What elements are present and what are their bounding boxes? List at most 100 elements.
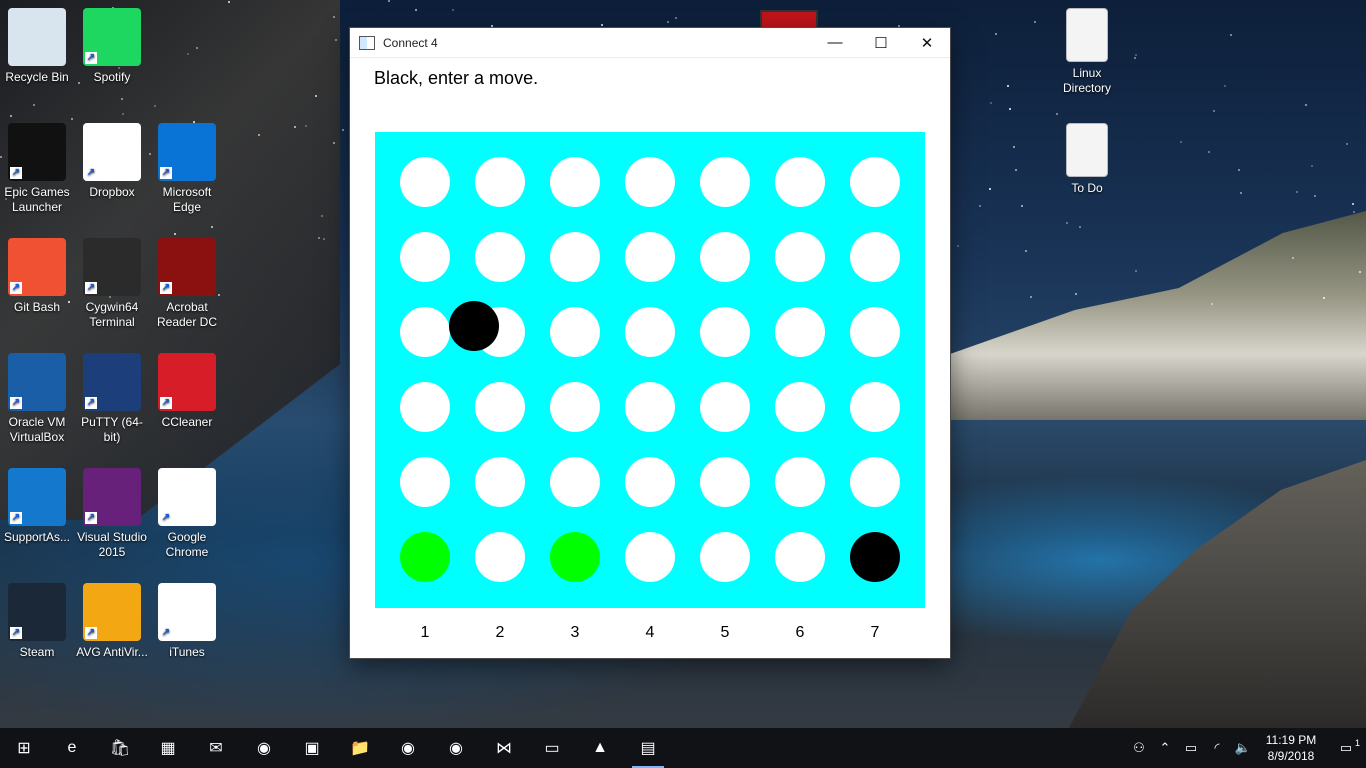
desktop-icon-to-do[interactable]: To Do — [1050, 123, 1124, 196]
maximize-button[interactable]: ☐ — [858, 28, 904, 57]
desktop-icon-git-bash[interactable]: ↗ Git Bash — [0, 238, 74, 315]
falling-piece-black — [449, 301, 499, 351]
board-cell-empty[interactable] — [550, 157, 600, 207]
window-titlebar[interactable]: Connect 4 — ☐ ✕ — [350, 28, 950, 58]
board-cell-empty[interactable] — [475, 457, 525, 507]
taskbar-start-icon[interactable]: ⊞ — [0, 728, 48, 768]
desktop-icon-visual-studio-2015[interactable]: ↗ Visual Studio 2015 — [75, 468, 149, 560]
desktop-icon-recycle-bin[interactable]: Recycle Bin — [0, 8, 74, 85]
desktop-icon-cygwin64-terminal[interactable]: ↗ Cygwin64 Terminal — [75, 238, 149, 330]
people-icon[interactable]: ⚇ — [1126, 740, 1152, 756]
board-cell-empty[interactable] — [475, 532, 525, 582]
taskbar-mail-icon[interactable]: ✉ — [192, 728, 240, 768]
taskbar-edge-icon[interactable]: e — [48, 728, 96, 768]
desktop-icon-acrobat-reader-dc[interactable]: ↗ Acrobat Reader DC — [150, 238, 224, 330]
star — [1075, 292, 1078, 295]
taskbar-file-explorer-icon[interactable]: 📁 — [336, 728, 384, 768]
board-cell-empty[interactable] — [550, 307, 600, 357]
game-board[interactable] — [375, 132, 925, 608]
window-title: Connect 4 — [383, 35, 438, 50]
minimize-button[interactable]: — — [812, 28, 858, 57]
notification-icon[interactable]: ▭ 1 — [1326, 738, 1366, 756]
board-cell-empty[interactable] — [700, 382, 750, 432]
board-cell-empty[interactable] — [850, 382, 900, 432]
taskbar-store-icon[interactable]: 🛍 — [96, 728, 144, 768]
desktop-icon-itunes[interactable]: ↗ iTunes — [150, 583, 224, 660]
board-cell-empty[interactable] — [850, 157, 900, 207]
board-cell-empty[interactable] — [775, 157, 825, 207]
board-cell-black[interactable] — [850, 532, 900, 582]
desktop-icon-linux-directory[interactable]: Linux Directory — [1050, 8, 1124, 96]
close-button[interactable]: ✕ — [904, 28, 950, 57]
desktop-icon-spotify[interactable]: ↗ Spotify — [75, 8, 149, 85]
desktop-icon-microsoft-edge[interactable]: ↗ Microsoft Edge — [150, 123, 224, 215]
board-cell-empty[interactable] — [700, 307, 750, 357]
taskbar-contacts-icon[interactable]: ▦ — [144, 728, 192, 768]
board-cell-empty[interactable] — [475, 382, 525, 432]
board-cell-empty[interactable] — [700, 457, 750, 507]
taskbar-connect4-icon[interactable]: ▤ — [624, 728, 672, 768]
board-cell-empty[interactable] — [775, 307, 825, 357]
desktop-icon-epic-games-launcher[interactable]: ↗ Epic Games Launcher — [0, 123, 74, 215]
board-cell-empty[interactable] — [700, 157, 750, 207]
desktop-icon-dropbox[interactable]: ↗ Dropbox — [75, 123, 149, 200]
shortcut-arrow-icon: ↗ — [85, 52, 97, 64]
board-cell-empty[interactable] — [700, 532, 750, 582]
virtualbox-icon: ↗ — [8, 353, 66, 411]
desktop-icon-supportas[interactable]: ↗ SupportAs... — [0, 468, 74, 545]
board-cell-empty[interactable] — [625, 307, 675, 357]
board-cell-empty[interactable] — [400, 382, 450, 432]
board-cell-empty[interactable] — [625, 382, 675, 432]
desktop-icon-steam[interactable]: ↗ Steam — [0, 583, 74, 660]
desktop-icon-avg-antivir[interactable]: ↗ AVG AntiVir... — [75, 583, 149, 660]
desktop-icon-google-chrome[interactable]: ↗ Google Chrome — [150, 468, 224, 560]
board-cell-green[interactable] — [550, 532, 600, 582]
desktop-icon-label: Spotify — [93, 70, 131, 84]
desktop-icon-ccleaner[interactable]: ↗ CCleaner — [150, 353, 224, 430]
board-cell-empty[interactable] — [775, 232, 825, 282]
board-cell-empty[interactable] — [550, 457, 600, 507]
desktop-icon-putty-64-bit[interactable]: ↗ PuTTY (64-bit) — [75, 353, 149, 445]
board-cell-empty[interactable] — [625, 457, 675, 507]
taskbar-chrome-icon[interactable]: ◉ — [432, 728, 480, 768]
desktop-icon-label: Oracle VM VirtualBox — [8, 415, 66, 444]
board-cell-empty[interactable] — [625, 532, 675, 582]
desktop-icon-label: Recycle Bin — [5, 70, 69, 84]
board-cell-empty[interactable] — [775, 382, 825, 432]
desktop-icon-oracle-vm-virtualbox[interactable]: ↗ Oracle VM VirtualBox — [0, 353, 74, 445]
board-cell-empty[interactable] — [775, 532, 825, 582]
board-cell-empty[interactable] — [550, 382, 600, 432]
taskbar-chrome-icon[interactable]: ◉ — [240, 728, 288, 768]
taskbar-clock[interactable]: 11:19 PM 8/9/2018 — [1256, 732, 1326, 764]
board-cell-empty[interactable] — [700, 232, 750, 282]
board-cell-empty[interactable] — [550, 232, 600, 282]
star — [1237, 169, 1240, 171]
board-cell-empty[interactable] — [775, 457, 825, 507]
volume-icon[interactable]: 🔈 — [1230, 740, 1256, 756]
board-cell-empty[interactable] — [475, 232, 525, 282]
taskbar-photos-icon[interactable]: ▲ — [576, 728, 624, 768]
board-cell-empty[interactable] — [625, 157, 675, 207]
desktop-icon-label: Epic Games Launcher — [4, 185, 70, 214]
board-cell-empty[interactable] — [850, 232, 900, 282]
board-cell-empty[interactable] — [625, 232, 675, 282]
board-cell-empty[interactable] — [400, 157, 450, 207]
battery-icon[interactable]: ▭ — [1178, 740, 1204, 756]
board-cell-empty[interactable] — [850, 457, 900, 507]
board-cell-empty[interactable] — [400, 457, 450, 507]
board-cell-empty[interactable] — [400, 232, 450, 282]
board-cell-empty[interactable] — [400, 307, 450, 357]
board-cell-empty[interactable] — [475, 157, 525, 207]
taskbar-visual-studio-icon[interactable]: ⋈ — [480, 728, 528, 768]
taskbar-app-icon[interactable]: ▣ — [288, 728, 336, 768]
chevron-up-icon[interactable]: ⌃ — [1152, 740, 1178, 756]
taskbar-chrome-icon[interactable]: ◉ — [384, 728, 432, 768]
acrobat-icon: ↗ — [158, 238, 216, 296]
star — [1310, 164, 1313, 167]
board-cell-green[interactable] — [400, 532, 450, 582]
desktop-icon-label: Acrobat Reader DC — [156, 300, 218, 329]
taskbar-monitor-icon[interactable]: ▭ — [528, 728, 576, 768]
wifi-icon[interactable]: ◜ — [1204, 740, 1230, 756]
star — [1055, 112, 1058, 115]
board-cell-empty[interactable] — [850, 307, 900, 357]
